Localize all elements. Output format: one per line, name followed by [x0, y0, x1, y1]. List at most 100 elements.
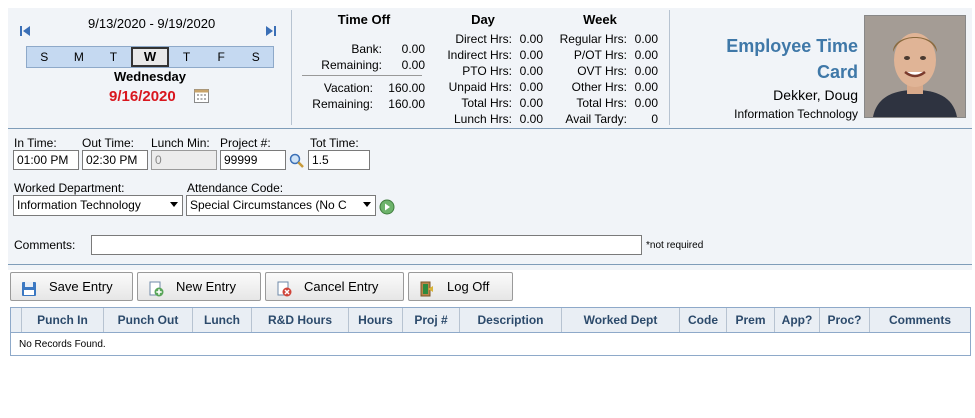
employee-name: Dekker, Doug — [773, 87, 858, 103]
day-lunch-value: 0.00 — [519, 112, 543, 126]
week-pot-value: 0.00 — [634, 48, 658, 62]
column-header[interactable]: Prem — [726, 308, 774, 332]
column-header[interactable]: Hours — [348, 308, 402, 332]
vacation-remaining-value: 160.00 — [388, 97, 425, 111]
save-entry-button[interactable]: Save Entry — [10, 272, 133, 301]
week-ovt-value: 0.00 — [634, 64, 658, 78]
week-regular-value: 0.00 — [634, 32, 658, 46]
selected-date: 9/16/2020 — [109, 88, 176, 105]
grid-header-spacer — [11, 308, 21, 332]
comments-label: Comments: — [14, 238, 76, 252]
week-other-label: Other Hrs: — [571, 80, 627, 94]
worked-department-label: Worked Department: — [14, 181, 125, 195]
day-pto-value: 0.00 — [519, 64, 543, 78]
bank-label: Bank: — [351, 42, 382, 56]
week-regular-label: Regular Hrs: — [559, 32, 627, 46]
log-off-label: Log Off — [447, 279, 490, 294]
column-header[interactable]: Code — [679, 308, 726, 332]
save-entry-label: Save Entry — [49, 279, 113, 294]
day-thursday[interactable]: T — [169, 47, 204, 67]
day-direct-value: 0.00 — [519, 32, 543, 46]
column-header[interactable]: R&D Hours — [251, 308, 348, 332]
day-unpaid-value: 0.00 — [519, 80, 543, 94]
employee-photo — [864, 15, 966, 118]
next-week-icon[interactable] — [265, 25, 277, 37]
attendance-code-label: Attendance Code: — [187, 181, 284, 195]
chevron-down-icon — [363, 202, 371, 207]
week-totals-title: Week — [583, 12, 617, 27]
day-monday[interactable]: M — [62, 47, 97, 67]
cancel-entry-button[interactable]: Cancel Entry — [265, 272, 404, 301]
column-header[interactable]: Proc? — [819, 308, 869, 332]
calendar-icon[interactable] — [194, 88, 209, 103]
worked-department-value: Information Technology — [17, 198, 141, 212]
lunch-min-input[interactable]: 0 — [151, 150, 217, 170]
in-time-input[interactable]: 01:00 PM — [13, 150, 79, 170]
tot-time-input[interactable]: 1.5 — [308, 150, 370, 170]
column-header[interactable]: Punch Out — [103, 308, 192, 332]
project-search-icon[interactable] — [289, 153, 304, 168]
in-time-label: In Time: — [14, 136, 57, 150]
column-header[interactable]: Proj # — [402, 308, 459, 332]
previous-week-icon[interactable] — [19, 25, 31, 37]
divider — [8, 128, 972, 129]
divider — [8, 264, 972, 265]
day-unpaid-label: Unpaid Hrs: — [448, 80, 512, 94]
column-header[interactable]: App? — [774, 308, 819, 332]
cancel-entry-icon — [276, 279, 292, 297]
worked-department-select[interactable]: Information Technology — [13, 195, 183, 216]
project-input[interactable]: 99999 — [220, 150, 286, 170]
attendance-go-icon[interactable] — [379, 199, 395, 215]
cancel-entry-label: Cancel Entry — [304, 279, 379, 294]
new-entry-button[interactable]: New Entry — [137, 272, 261, 301]
out-time-label: Out Time: — [82, 136, 135, 150]
comments-note: *not required — [646, 240, 704, 251]
attendance-code-value: Special Circumstances (No C — [190, 198, 347, 212]
attendance-code-select[interactable]: Special Circumstances (No C — [186, 195, 376, 216]
week-avail-tardy-value: 0 — [651, 112, 658, 126]
vacation-remaining-label: Remaining: — [312, 97, 373, 111]
day-friday[interactable]: F — [204, 47, 239, 67]
time-off-title: Time Off — [337, 12, 391, 27]
day-totals-title: Day — [471, 12, 495, 27]
new-entry-icon — [148, 279, 164, 297]
week-total-label: Total Hrs: — [576, 96, 627, 110]
grid-header: Punch In Punch Out Lunch R&D Hours Hours… — [11, 308, 970, 333]
week-day-strip: S M T W T F S — [26, 46, 274, 68]
day-sunday[interactable]: S — [27, 47, 62, 67]
week-avail-tardy-label: Avail Tardy: — [565, 112, 627, 126]
column-header[interactable]: Description — [459, 308, 561, 332]
entries-grid: Punch In Punch Out Lunch R&D Hours Hours… — [10, 307, 971, 356]
employee-department: Information Technology — [734, 107, 858, 121]
out-time-input[interactable]: 02:30 PM — [82, 150, 148, 170]
new-entry-label: New Entry — [176, 279, 236, 294]
day-lunch-label: Lunch Hrs: — [453, 112, 512, 126]
day-saturday[interactable]: S — [238, 47, 273, 67]
column-header[interactable]: Punch In — [21, 308, 103, 332]
day-tuesday[interactable]: T — [96, 47, 131, 67]
week-pot-label: P/OT Hrs: — [573, 48, 627, 62]
day-total-label: Total Hrs: — [461, 96, 512, 110]
column-header[interactable]: Worked Dept — [561, 308, 679, 332]
day-indirect-label: Indirect Hrs: — [447, 48, 512, 62]
log-off-icon — [419, 279, 435, 297]
divider — [291, 10, 292, 125]
save-icon — [21, 279, 37, 296]
empty-message: No Records Found. — [19, 339, 106, 350]
tot-time-label: Tot Time: — [310, 136, 359, 150]
column-header[interactable]: Lunch — [192, 308, 251, 332]
comments-input[interactable] — [91, 235, 642, 255]
card-title-line-2: Card — [816, 62, 858, 82]
day-total-value: 0.00 — [519, 96, 543, 110]
lunch-min-label: Lunch Min: — [151, 136, 210, 150]
column-header[interactable]: Comments — [869, 308, 970, 332]
log-off-button[interactable]: Log Off — [408, 272, 513, 301]
bank-value: 0.00 — [401, 42, 425, 56]
vacation-value: 160.00 — [388, 81, 425, 95]
day-wednesday[interactable]: W — [130, 47, 170, 67]
vacation-label: Vacation: — [323, 81, 373, 95]
project-label: Project #: — [220, 136, 271, 150]
selected-day-name: Wednesday — [113, 69, 186, 84]
divider — [302, 75, 422, 76]
day-direct-label: Direct Hrs: — [455, 32, 512, 46]
